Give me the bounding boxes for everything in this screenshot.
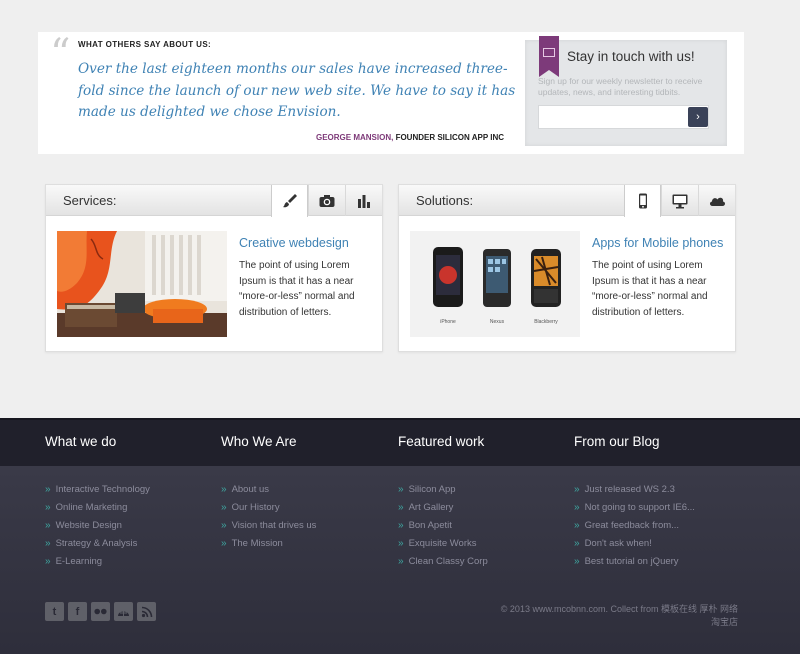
quote-mark-icon: “	[50, 31, 71, 77]
testimonial-heading: WHAT OTHERS SAY ABOUT US:	[78, 40, 212, 49]
twitter-icon[interactable]: t	[45, 602, 64, 621]
delicious-icon[interactable]	[114, 602, 133, 621]
copyright-text: © 2013 www.mcobnn.com. Collect from 模板在线…	[500, 604, 738, 627]
newsletter-panel: Stay in touch with us! Sign up for our w…	[525, 36, 727, 146]
footer-link[interactable]: Great feedback from...	[574, 520, 695, 538]
tab-phone[interactable]	[624, 185, 661, 217]
tab-cloud[interactable]	[698, 185, 735, 216]
tab-chart[interactable]	[345, 185, 382, 216]
footer-link[interactable]: Don't ask when!	[574, 538, 695, 556]
footer-link[interactable]: Bon Apetit	[398, 520, 488, 538]
footer-column-title: Featured work	[398, 434, 485, 449]
solutions-box: Solutions: iPhone Nexus Blackberry Apps …	[398, 184, 736, 352]
solutions-title: Solutions:	[416, 193, 474, 208]
footer-link[interactable]: Online Marketing	[45, 502, 150, 520]
facebook-icon[interactable]: f	[68, 602, 87, 621]
footer-link[interactable]: Just released WS 2.3	[574, 484, 695, 502]
newsletter-title: Stay in touch with us!	[567, 49, 695, 64]
footer-link[interactable]: E-Learning	[45, 556, 150, 574]
tab-camera[interactable]	[308, 185, 345, 216]
footer: What we do Interactive Technology Online…	[0, 418, 800, 654]
services-text: The point of using Lorem Ipsum is that i…	[239, 260, 355, 318]
newsletter-submit-button[interactable]: ›	[688, 107, 708, 127]
services-header: Services:	[46, 185, 382, 217]
footer-link[interactable]: Strategy & Analysis	[45, 538, 150, 556]
footer-link[interactable]: About us	[221, 484, 316, 502]
social-links: t f	[45, 602, 156, 621]
footer-link[interactable]: Art Gallery	[398, 502, 488, 520]
footer-column-title: Who We Are	[221, 434, 297, 449]
testimonial-quote: Over the last eighteen months our sales …	[78, 61, 516, 120]
solutions-text: The point of using Lorem Ipsum is that i…	[592, 260, 708, 318]
creative-webdesign-image	[57, 231, 227, 337]
author-title: FOUNDER SILICON APP INC	[393, 133, 505, 142]
brush-icon	[282, 194, 297, 208]
footer-column-title: What we do	[45, 434, 117, 449]
rss-icon[interactable]	[137, 602, 156, 621]
solutions-header: Solutions:	[399, 185, 735, 217]
author-name: GEORGE MANSION,	[316, 133, 394, 142]
footer-link[interactable]: Vision that drives us	[221, 520, 317, 538]
footer-link[interactable]: Best tutorial on jQuery	[574, 556, 695, 574]
phone-label-nexus: Nexus	[490, 319, 505, 325]
footer-link[interactable]: Interactive Technology	[45, 484, 150, 502]
footer-link[interactable]: Exquisite Works	[398, 538, 488, 556]
footer-link-list: Silicon App Art Gallery Bon Apetit Exqui…	[398, 484, 488, 574]
solutions-heading[interactable]: Apps for Mobile phones	[592, 236, 723, 250]
newsletter-email-input[interactable]	[538, 105, 709, 129]
camera-icon	[319, 194, 335, 207]
services-title: Services:	[63, 193, 117, 208]
testimonial-author: GEORGE MANSION, FOUNDER SILICON APP INC	[316, 133, 504, 142]
services-box: Services: Creative webdesign The point o…	[45, 184, 383, 352]
solutions-tabs	[624, 185, 735, 217]
footer-link[interactable]: Silicon App	[398, 484, 488, 502]
mobile-phones-image: iPhone Nexus Blackberry	[410, 231, 580, 337]
phone-label-blackberry: Blackberry	[534, 319, 558, 325]
tab-brush[interactable]	[271, 185, 308, 217]
services-tabs	[271, 185, 382, 217]
footer-link[interactable]: Website Design	[45, 520, 150, 538]
footer-link[interactable]: The Mission	[221, 538, 316, 556]
footer-link[interactable]: Clean Classy Corp	[398, 556, 488, 574]
footer-link-list: About us Our History Vision that drives …	[221, 484, 317, 556]
tab-monitor[interactable]	[661, 185, 698, 216]
newsletter-text: Sign up for our weekly newsletter to rec…	[538, 76, 703, 97]
flickr-icon[interactable]	[91, 602, 110, 621]
footer-link[interactable]: Our History	[221, 502, 316, 520]
phone-label-iphone: iPhone	[440, 319, 456, 325]
footer-column-title: From our Blog	[574, 434, 660, 449]
footer-link-list: Just released WS 2.3 Not going to suppor…	[574, 484, 695, 574]
envelope-ribbon-icon	[539, 36, 559, 77]
phone-icon	[638, 193, 647, 209]
bar-chart-icon	[358, 194, 370, 208]
cloud-icon	[709, 197, 726, 206]
footer-link-list: Interactive Technology Online Marketing …	[45, 484, 150, 574]
footer-link[interactable]: Not going to support IE6...	[574, 502, 695, 520]
services-heading[interactable]: Creative webdesign	[239, 236, 349, 250]
monitor-icon	[672, 194, 688, 208]
